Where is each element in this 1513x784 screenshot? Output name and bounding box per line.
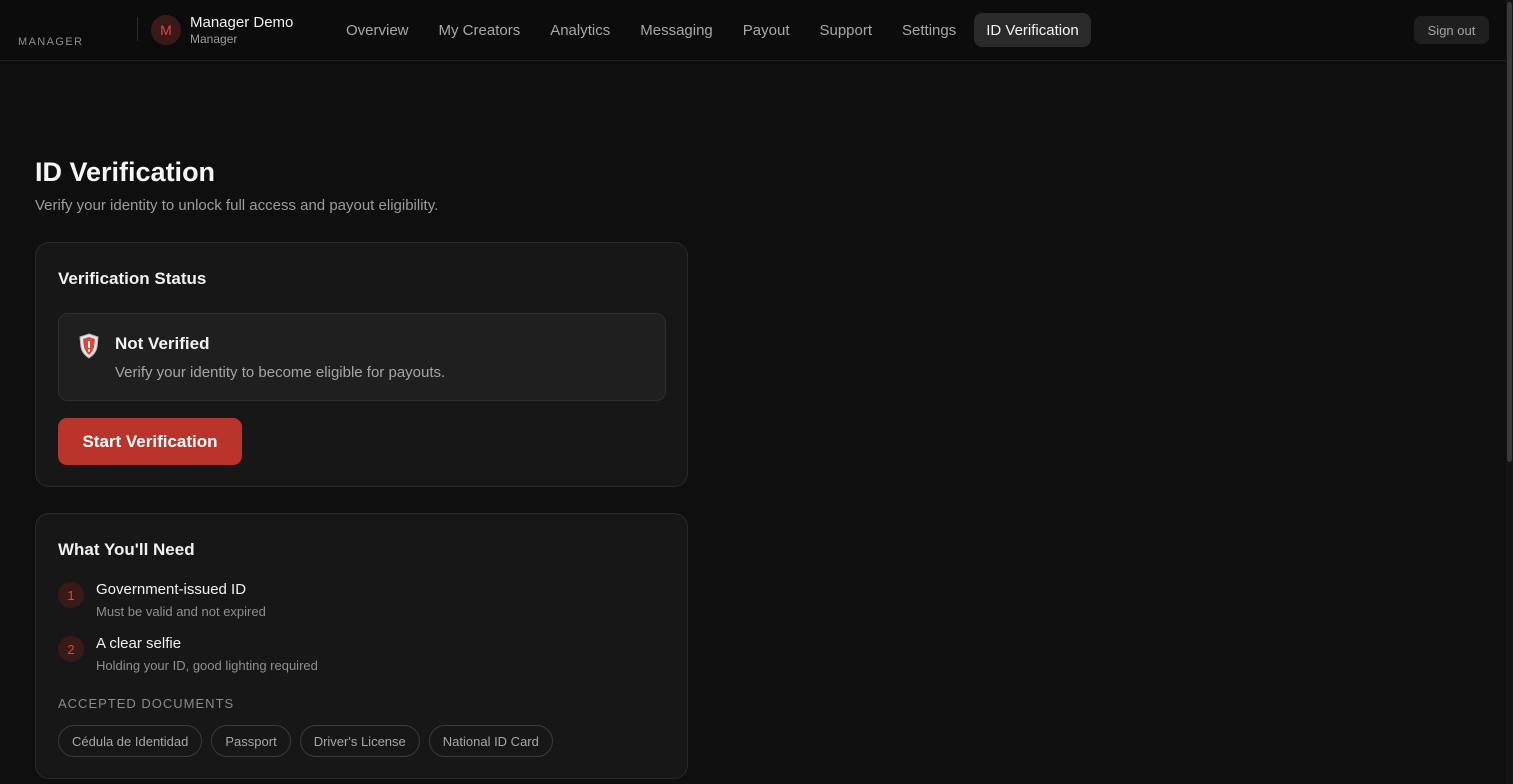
brand-divider <box>137 17 138 41</box>
document-chip: National ID Card <box>428 725 553 757</box>
start-verification-button[interactable]: Start Verification <box>58 418 242 465</box>
page-title: ID Verification <box>35 157 216 187</box>
page-scrollbar[interactable] <box>1506 0 1513 784</box>
nav-item-analytics[interactable]: Analytics <box>538 13 622 47</box>
requirement-description: Must be valid and not expired <box>96 604 266 619</box>
card-title: What You'll Need <box>58 540 195 559</box>
nav-item-overview[interactable]: Overview <box>334 13 421 47</box>
document-chip: Cédula de Identidad <box>58 725 203 757</box>
status-box: Not Verified Verify your identity to bec… <box>58 313 666 401</box>
main-nav: Overview My Creators Analytics Messaging… <box>334 13 1097 47</box>
requirement-title: A clear selfie <box>96 635 182 652</box>
requirement-item: 1 Government-issued ID Must be valid and… <box>58 581 658 621</box>
nav-item-messaging[interactable]: Messaging <box>628 13 725 47</box>
nav-item-id-verification[interactable]: ID Verification <box>974 13 1091 47</box>
requirement-description: Holding your ID, good lighting required <box>96 658 318 673</box>
step-number-badge: 2 <box>58 636 84 662</box>
sign-out-button[interactable]: Sign out <box>1414 16 1489 44</box>
document-chip: Driver's License <box>299 725 420 757</box>
card-title: Verification Status <box>58 269 207 288</box>
user-name: Manager Demo <box>190 14 294 31</box>
user-role: Manager <box>190 32 238 46</box>
nav-item-settings[interactable]: Settings <box>890 13 968 47</box>
document-chip: Passport <box>211 725 291 757</box>
avatar[interactable]: M <box>151 15 181 45</box>
verification-status-card: Verification Status Not Verified Verify … <box>35 242 688 487</box>
nav-item-my-creators[interactable]: My Creators <box>427 13 533 47</box>
accepted-documents-label: ACCEPTED DOCUMENTS <box>58 696 235 711</box>
requirement-item: 2 A clear selfie Holding your ID, good l… <box>58 635 658 675</box>
shield-icon <box>79 333 99 359</box>
top-navigation-bar: MANAGER M Manager Demo Manager Overview … <box>0 0 1506 61</box>
requirements-card: What You'll Need 1 Government-issued ID … <box>35 513 688 779</box>
nav-item-payout[interactable]: Payout <box>731 13 802 47</box>
brand-label: MANAGER <box>18 36 84 48</box>
status-title: Not Verified <box>115 334 210 353</box>
nav-item-support[interactable]: Support <box>807 13 884 47</box>
requirement-title: Government-issued ID <box>96 581 247 598</box>
scrollbar-thumb[interactable] <box>1507 2 1512 462</box>
status-description: Verify your identity to become eligible … <box>115 364 446 381</box>
page-subtitle: Verify your identity to unlock full acce… <box>35 197 439 214</box>
accepted-documents-list: Cédula de Identidad Passport Driver's Li… <box>58 725 562 757</box>
step-number-badge: 1 <box>58 582 84 608</box>
